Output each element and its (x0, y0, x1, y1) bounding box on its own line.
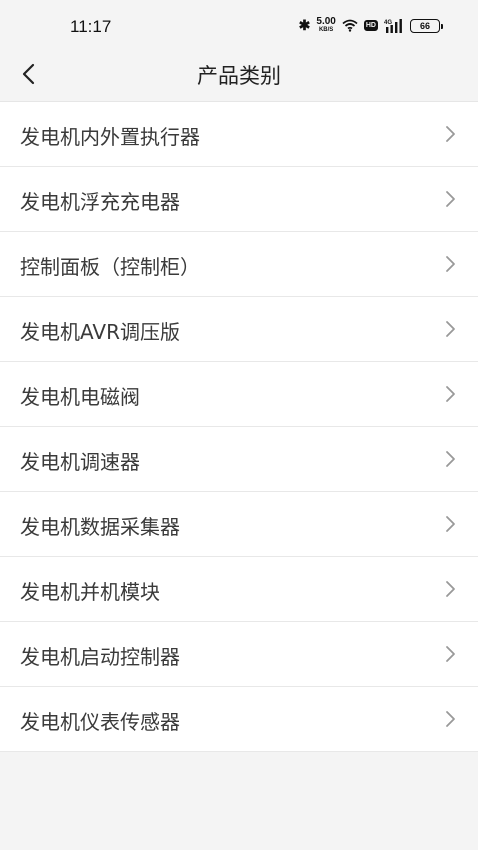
signal-icon: 4G (384, 18, 404, 33)
network-speed-unit: KB/S (318, 26, 334, 33)
category-item-start-controller[interactable]: 发电机启动控制器 (0, 622, 478, 687)
category-item-control-panel[interactable]: 控制面板（控制柜） (0, 232, 478, 297)
chevron-right-icon (444, 514, 458, 534)
battery-icon: 66 (410, 18, 443, 33)
category-item-avr-board[interactable]: 发电机AVR调压版 (0, 297, 478, 362)
chevron-right-icon (444, 384, 458, 404)
status-bar: 11:17 ✱ 5.00 KB/S HD 4G 66 (0, 0, 478, 50)
wifi-icon (342, 19, 358, 32)
bluetooth-icon: ✱ (298, 17, 311, 33)
category-label: 发电机数据采集器 (20, 515, 180, 539)
category-label: 发电机电磁阀 (20, 385, 140, 409)
category-item-speed-governor[interactable]: 发电机调速器 (0, 427, 478, 492)
chevron-right-icon (444, 644, 458, 664)
category-item-paralleling-module[interactable]: 发电机并机模块 (0, 557, 478, 622)
category-item-internal-external-actuator[interactable]: 发电机内外置执行器 (0, 102, 478, 167)
category-label: 发电机调速器 (20, 450, 140, 474)
category-item-float-charger[interactable]: 发电机浮充充电器 (0, 167, 478, 232)
title-bar: 产品类别 (0, 50, 478, 100)
category-item-instrument-sensor[interactable]: 发电机仪表传感器 (0, 687, 478, 752)
category-label: 控制面板（控制柜） (20, 255, 200, 279)
network-speed: 5.00 KB/S (316, 15, 336, 34)
category-label: 发电机AVR调压版 (20, 320, 180, 344)
category-label: 发电机仪表传感器 (20, 710, 180, 734)
page-title: 产品类别 (197, 64, 281, 88)
chevron-right-icon (444, 189, 458, 209)
chevron-right-icon (444, 319, 458, 339)
category-label: 发电机内外置执行器 (20, 125, 200, 149)
status-time: 11:17 (70, 17, 112, 36)
chevron-right-icon (444, 709, 458, 729)
chevron-right-icon (444, 579, 458, 599)
category-item-solenoid-valve[interactable]: 发电机电磁阀 (0, 362, 478, 427)
chevron-right-icon (444, 124, 458, 144)
category-item-data-collector[interactable]: 发电机数据采集器 (0, 492, 478, 557)
hd-icon: HD (363, 20, 378, 31)
category-list: 发电机内外置执行器 发电机浮充充电器 控制面板（控制柜） 发电机AVR调压版 发… (0, 101, 478, 752)
category-label: 发电机并机模块 (20, 580, 160, 604)
network-speed-value: 5.00 (316, 15, 336, 27)
chevron-right-icon (444, 254, 458, 274)
category-label: 发电机浮充充电器 (20, 190, 180, 214)
category-label: 发电机启动控制器 (20, 645, 180, 669)
status-icons: ✱ 5.00 KB/S HD 4G 66 (298, 15, 443, 34)
chevron-right-icon (444, 449, 458, 469)
